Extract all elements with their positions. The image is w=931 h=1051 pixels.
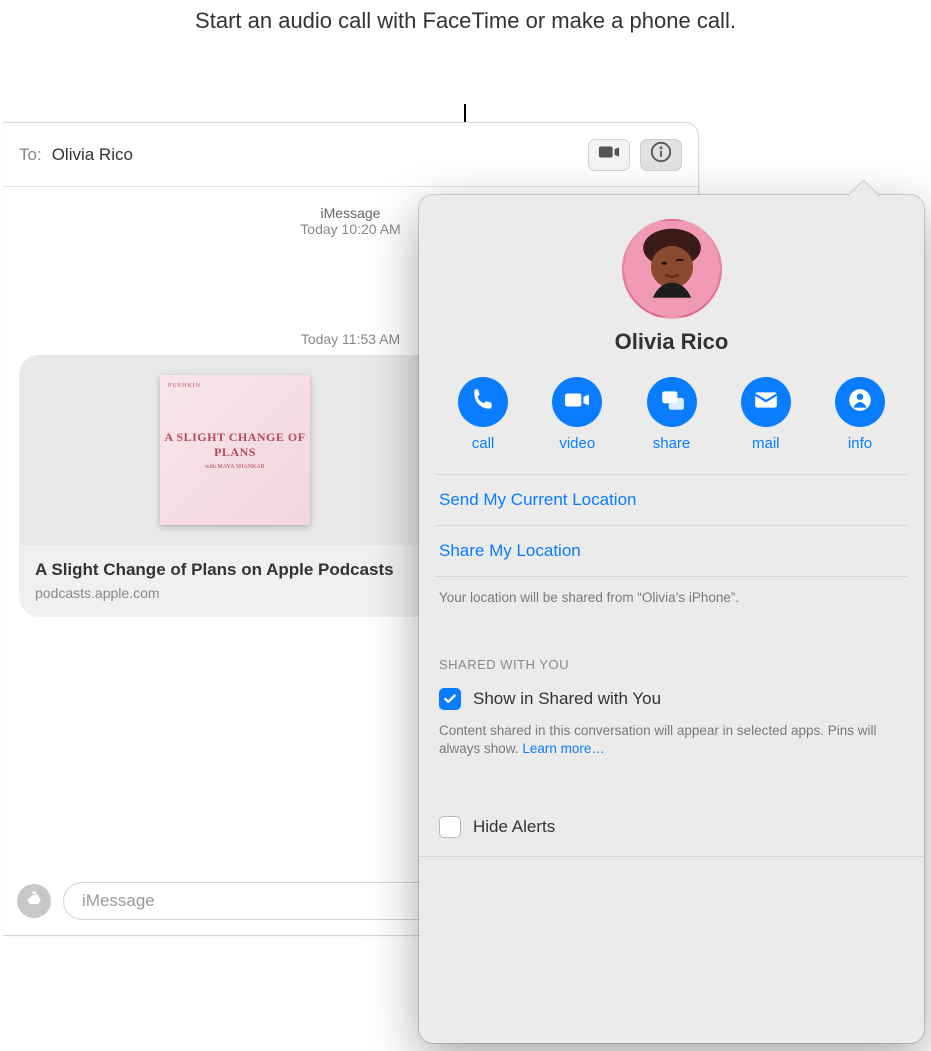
send-location-button[interactable]: Send My Current Location [435, 474, 908, 525]
details-popover: Olivia Rico call video share mail info [419, 195, 924, 1043]
conversation-header: To: Olivia Rico [3, 123, 698, 187]
person-icon [847, 387, 873, 418]
link-preview-domain: podcasts.apple.com [35, 585, 435, 601]
link-preview-title: A Slight Change of Plans on Apple Podcas… [35, 559, 435, 581]
action-call[interactable]: call [443, 377, 523, 452]
action-share[interactable]: share [632, 377, 712, 452]
contact-actions: call video share mail info [435, 377, 908, 474]
learn-more-link[interactable]: Learn more… [522, 741, 605, 756]
video-icon [564, 387, 590, 418]
location-note: Your location will be shared from “Olivi… [435, 576, 908, 613]
contact-avatar[interactable] [622, 219, 722, 319]
show-in-shared-checkbox[interactable] [439, 688, 461, 710]
details-button[interactable] [640, 139, 682, 171]
action-mail[interactable]: mail [726, 377, 806, 452]
action-info[interactable]: info [820, 377, 900, 452]
shared-with-you-header: SHARED WITH YOU [435, 657, 908, 680]
show-in-shared-label: Show in Shared with You [473, 689, 661, 709]
to-label: To: [19, 145, 42, 165]
share-location-button[interactable]: Share My Location [435, 525, 908, 576]
action-video[interactable]: video [537, 377, 617, 452]
link-preview-card[interactable]: PUSHKIN A SLIGHT CHANGE OF PLANS with MA… [19, 355, 451, 617]
apps-button[interactable] [17, 884, 51, 918]
hide-alerts-label: Hide Alerts [473, 817, 555, 837]
mail-icon [753, 387, 779, 418]
recipient-name[interactable]: Olivia Rico [52, 145, 133, 165]
shared-help-text: Content shared in this conversation will… [435, 720, 908, 766]
video-icon [598, 141, 620, 168]
callout-text: Start an audio call with FaceTime or mak… [0, 6, 931, 36]
hide-alerts-checkbox[interactable] [439, 816, 461, 838]
apps-icon [24, 889, 44, 914]
share-screen-icon [659, 387, 685, 418]
podcast-cover: PUSHKIN A SLIGHT CHANGE OF PLANS with MA… [160, 375, 310, 525]
show-in-shared-row[interactable]: Show in Shared with You [435, 680, 908, 720]
message-input-placeholder: iMessage [82, 891, 155, 911]
link-preview-artwork: PUSHKIN A SLIGHT CHANGE OF PLANS with MA… [19, 355, 451, 545]
contact-name: Olivia Rico [435, 329, 908, 355]
hide-alerts-row[interactable]: Hide Alerts [435, 796, 908, 856]
info-icon [650, 141, 672, 168]
phone-icon [470, 387, 496, 418]
facetime-video-button[interactable] [588, 139, 630, 171]
